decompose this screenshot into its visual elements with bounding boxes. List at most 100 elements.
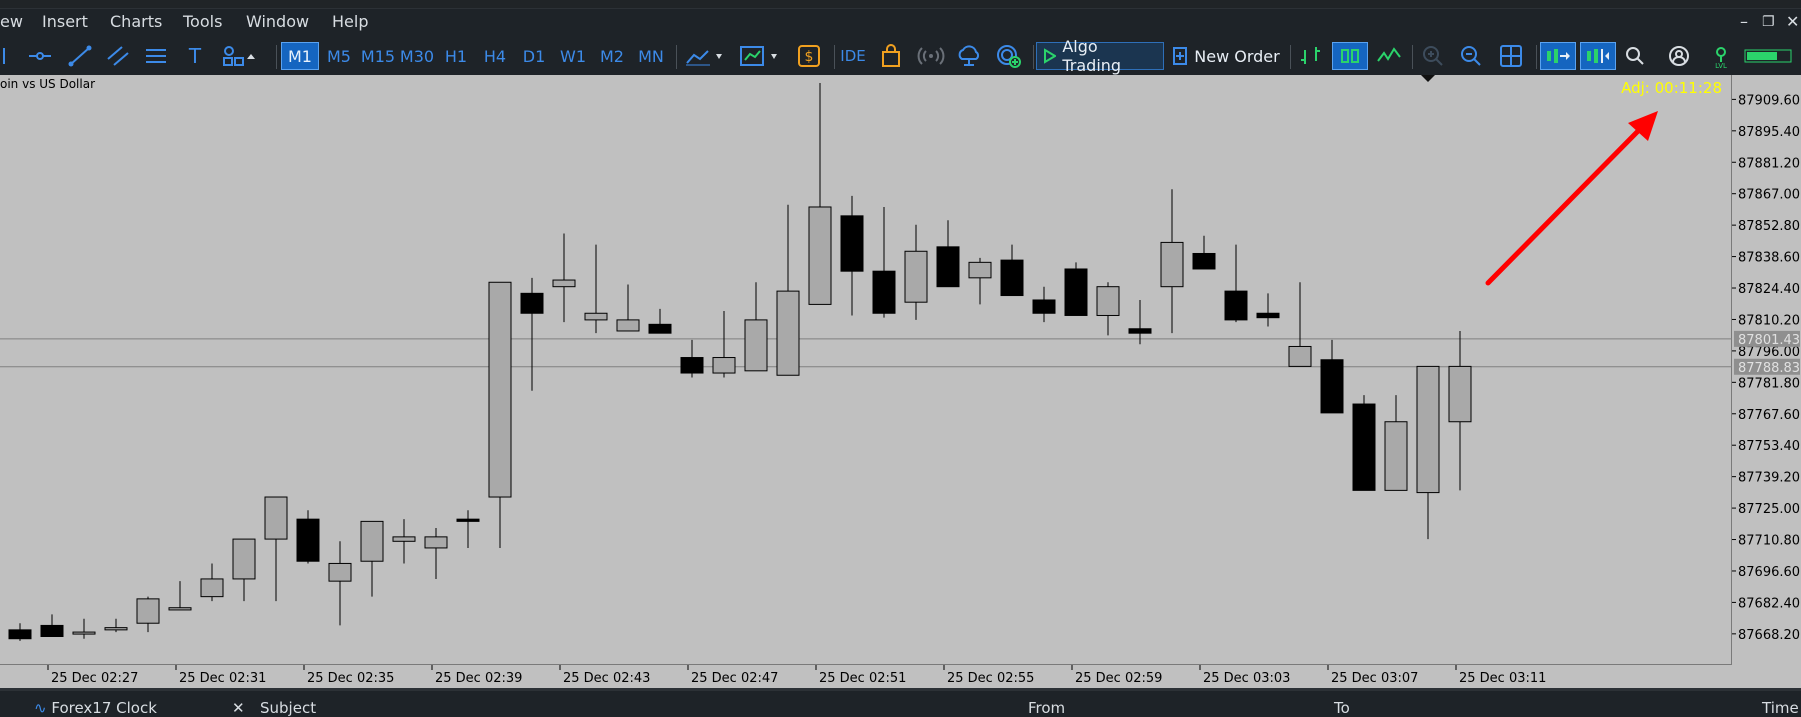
timeframe-w1[interactable]: W1 <box>554 42 592 70</box>
trendline-icon[interactable] <box>64 42 96 70</box>
fibonacci-icon[interactable] <box>140 42 172 70</box>
candle-body <box>936 246 960 288</box>
candlesticks-icon[interactable] <box>1332 42 1368 70</box>
candle-body <box>1160 241 1184 288</box>
menu-tools[interactable]: Tools <box>183 12 222 31</box>
price-tick-label: 87852.80 <box>1738 219 1800 234</box>
market-icon[interactable]: $ <box>794 42 824 70</box>
new-order-label: New Order <box>1194 46 1280 66</box>
timeframe-m1[interactable]: M1 <box>281 42 319 70</box>
candle-body <box>136 598 160 624</box>
new-order-button[interactable]: New Order <box>1170 42 1282 70</box>
candle <box>40 614 64 638</box>
close-tab-icon[interactable]: ✕ <box>232 699 245 717</box>
column-from[interactable]: From <box>1028 699 1065 717</box>
time-tick-label: 25 Dec 02:59 <box>1075 671 1162 686</box>
candle-body <box>328 562 352 582</box>
ide-button[interactable]: IDE <box>838 42 868 70</box>
price-tick-label: 87867.00 <box>1738 188 1800 203</box>
time-tick-label: 25 Dec 02:27 <box>51 671 138 686</box>
timeframe-h1[interactable]: H1 <box>437 42 475 70</box>
signals-icon[interactable] <box>914 42 948 70</box>
candle <box>8 623 32 641</box>
candle <box>1320 339 1344 414</box>
indicators-icon[interactable] <box>683 42 729 70</box>
candle <box>904 224 928 320</box>
candle <box>520 277 544 391</box>
column-subject[interactable]: Subject <box>260 699 316 717</box>
time-tick-label: 25 Dec 02:55 <box>947 671 1034 686</box>
tab-forex17-clock[interactable]: ∿ Forex17 Clock <box>34 699 157 717</box>
timeframe-m30[interactable]: M30 <box>398 42 436 70</box>
menu-window[interactable]: Window <box>246 12 309 31</box>
candle <box>776 204 800 376</box>
line-chart-icon[interactable] <box>1372 42 1406 70</box>
shopping-bag-icon[interactable] <box>876 42 906 70</box>
vps-cloud-icon[interactable] <box>952 42 986 70</box>
candle-body <box>1320 359 1344 414</box>
zoom-in-icon[interactable] <box>1416 42 1450 70</box>
crosshair-icon[interactable] <box>0 42 10 70</box>
candle-body <box>232 538 256 580</box>
menu-charts[interactable]: Charts <box>110 12 162 31</box>
candle-body <box>264 496 288 540</box>
time-tick-label: 25 Dec 02:39 <box>435 671 522 686</box>
timeframe-d1[interactable]: D1 <box>515 42 553 70</box>
candle <box>1416 365 1440 540</box>
menu-help[interactable]: Help <box>332 12 368 31</box>
autoscroll-icon[interactable] <box>1540 42 1576 70</box>
candle-body <box>680 357 704 374</box>
text-tool-icon[interactable]: T <box>180 42 210 70</box>
timeframe-mn[interactable]: MN <box>632 42 670 70</box>
search-icon[interactable] <box>1620 42 1650 70</box>
connection-status-icon[interactable] <box>1740 42 1796 70</box>
time-tick-label: 25 Dec 02:35 <box>307 671 394 686</box>
timeframe-m2[interactable]: M2 <box>593 42 631 70</box>
bar-chart-icon[interactable] <box>1294 42 1328 70</box>
candle <box>1384 395 1408 491</box>
account-icon[interactable] <box>1664 42 1694 70</box>
candle-body <box>776 290 800 376</box>
add-account-icon[interactable] <box>992 42 1026 70</box>
zoom-out-icon[interactable] <box>1454 42 1488 70</box>
candle <box>584 244 608 334</box>
restore-icon[interactable]: ❐ <box>1762 14 1775 30</box>
countdown-timer-label: Adj: 00:11:28 <box>1621 79 1722 97</box>
candle-body <box>1128 328 1152 334</box>
toolbar-separator <box>1536 45 1537 69</box>
close-icon[interactable]: ✕ <box>1786 12 1799 31</box>
symbol-label: oin vs US Dollar <box>0 77 95 91</box>
column-to[interactable]: To <box>1334 699 1350 717</box>
tile-windows-icon[interactable] <box>1494 42 1528 70</box>
price-tick-label: 87767.60 <box>1738 408 1800 423</box>
horizontal-line-icon[interactable] <box>24 42 56 70</box>
shapes-icon[interactable] <box>220 42 260 70</box>
price-tick-label: 87895.40 <box>1738 125 1800 140</box>
price-chart[interactable]: oin vs US Dollar Adj: 00:11:28 <box>0 75 1732 665</box>
timeframe-h4[interactable]: H4 <box>476 42 514 70</box>
candle-body <box>1352 403 1376 491</box>
algo-trading-button[interactable]: Algo Trading <box>1036 37 1164 75</box>
candle <box>72 618 96 639</box>
candle-body <box>1448 365 1472 423</box>
minimize-icon[interactable]: – <box>1740 12 1748 31</box>
templates-icon[interactable] <box>738 42 784 70</box>
price-scale[interactable]: 87909.60 87895.40 87881.20 87867.00 87852.80… <box>1732 75 1801 665</box>
candle <box>136 596 160 633</box>
time-scale[interactable]: 25 Dec 02:27 25 Dec 02:31 25 Dec 02:35 25 D… <box>0 665 1801 688</box>
chart-area[interactable]: oin vs US Dollar Adj: 00:11:28 <box>0 75 1732 665</box>
menu-view[interactable]: ew <box>0 12 23 31</box>
column-time[interactable]: Time <box>1762 699 1799 717</box>
chart-shift-marker[interactable] <box>1421 75 1435 82</box>
candle-body <box>552 279 576 288</box>
level-icon[interactable]: LVL <box>1706 42 1736 70</box>
timeframe-m15[interactable]: M15 <box>359 42 397 70</box>
timeframe-m5[interactable]: M5 <box>320 42 358 70</box>
time-tick-label: 25 Dec 02:43 <box>563 671 650 686</box>
chart-shift-icon[interactable] <box>1580 42 1616 70</box>
channel-icon[interactable] <box>102 42 134 70</box>
candle-body <box>1224 290 1248 321</box>
candle-body <box>1096 286 1120 316</box>
menu-insert[interactable]: Insert <box>42 12 88 31</box>
candle <box>872 206 896 318</box>
